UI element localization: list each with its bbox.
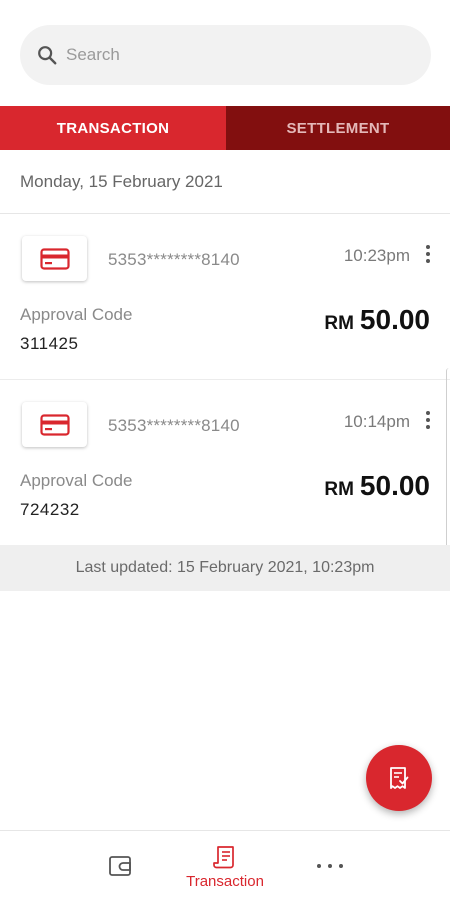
receipt-check-icon	[390, 767, 409, 789]
scroll-indicator	[446, 368, 450, 550]
transaction-item[interactable]: 5353********8140 10:14pm Approval Code 7…	[0, 380, 450, 545]
amount-value: 50.00	[359, 470, 430, 501]
amount-value: 50.00	[359, 304, 430, 335]
approval-code-label: Approval Code	[20, 305, 133, 324]
more-vertical-icon[interactable]	[420, 408, 436, 432]
receipt-icon	[213, 845, 234, 868]
nav-transaction[interactable]: Transaction	[175, 831, 275, 900]
nav-more[interactable]	[302, 831, 358, 900]
amount-currency: RM	[324, 479, 354, 500]
credit-card-icon	[39, 413, 70, 436]
more-vertical-icon[interactable]	[420, 242, 436, 266]
tab-settlement[interactable]: SETTLEMENT	[226, 106, 450, 150]
card-icon-box	[22, 402, 87, 447]
card-number: 5353********8140	[108, 416, 240, 435]
transaction-amount: RM 50.00	[324, 304, 430, 336]
search-input[interactable]	[66, 45, 406, 65]
fab-button[interactable]	[366, 745, 432, 811]
transaction-screen: TRANSACTION SETTLEMENT Monday, 15 Februa…	[0, 0, 450, 900]
search-bar[interactable]	[20, 25, 431, 85]
more-horizontal-icon	[317, 864, 343, 868]
approval-code-label: Approval Code	[20, 471, 133, 490]
tab-transaction[interactable]: TRANSACTION	[0, 106, 226, 150]
transaction-amount: RM 50.00	[324, 470, 430, 502]
card-icon-box	[22, 236, 87, 281]
tab-bar: TRANSACTION SETTLEMENT	[0, 106, 450, 150]
bottom-nav: Transaction	[0, 830, 450, 900]
credit-card-icon	[39, 247, 70, 270]
transaction-time: 10:23pm	[343, 246, 410, 265]
wallet-icon	[109, 856, 131, 876]
search-icon	[38, 46, 57, 65]
transaction-time: 10:14pm	[343, 412, 410, 431]
approval-code-value: 724232	[20, 500, 80, 519]
amount-currency: RM	[324, 313, 354, 334]
nav-transaction-label: Transaction	[186, 872, 264, 890]
card-number: 5353********8140	[108, 250, 240, 269]
date-header: Monday, 15 February 2021	[0, 150, 450, 214]
nav-wallet[interactable]	[92, 831, 148, 900]
transaction-item[interactable]: 5353********8140 10:23pm Approval Code 3…	[0, 214, 450, 380]
approval-code-value: 311425	[20, 334, 79, 353]
last-updated-bar: Last updated: 15 February 2021, 10:23pm	[0, 545, 450, 591]
